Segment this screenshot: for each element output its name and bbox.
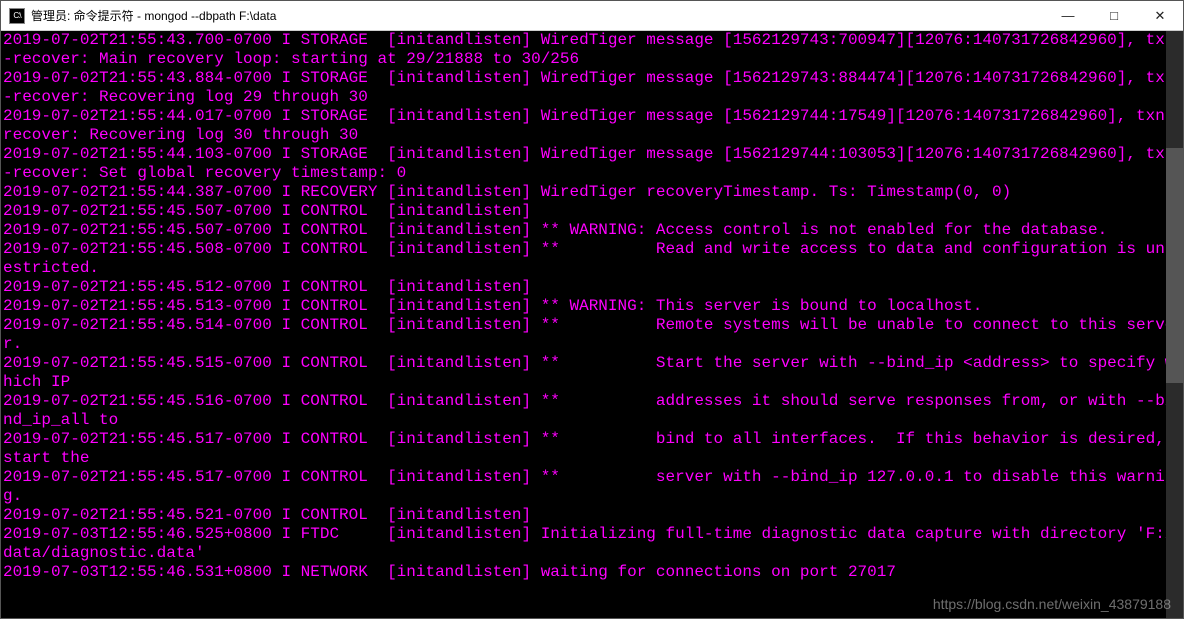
log-line: 2019-07-02T21:55:43.700-0700 I STORAGE [… (3, 31, 1181, 69)
window-controls: — □ ✕ (1045, 1, 1183, 30)
window-title: 管理员: 命令提示符 - mongod --dbpath F:\data (31, 7, 1045, 24)
cmd-window: C:\ 管理员: 命令提示符 - mongod --dbpath F:\data… (0, 0, 1184, 619)
minimize-button[interactable]: — (1045, 1, 1091, 30)
log-line: 2019-07-02T21:55:45.517-0700 I CONTROL [… (3, 468, 1181, 506)
terminal-output: 2019-07-02T21:55:43.700-0700 I STORAGE [… (1, 31, 1183, 582)
titlebar[interactable]: C:\ 管理员: 命令提示符 - mongod --dbpath F:\data… (1, 1, 1183, 31)
vertical-scrollbar[interactable] (1166, 31, 1183, 618)
log-line: 2019-07-02T21:55:45.521-0700 I CONTROL [… (3, 506, 1181, 525)
close-button[interactable]: ✕ (1137, 1, 1183, 30)
terminal-area[interactable]: 2019-07-02T21:55:43.700-0700 I STORAGE [… (1, 31, 1183, 618)
log-line: 2019-07-02T21:55:45.517-0700 I CONTROL [… (3, 430, 1181, 468)
log-line: 2019-07-02T21:55:45.508-0700 I CONTROL [… (3, 240, 1181, 278)
scrollbar-thumb[interactable] (1166, 148, 1183, 383)
log-line: 2019-07-02T21:55:45.512-0700 I CONTROL [… (3, 278, 1181, 297)
log-line: 2019-07-02T21:55:44.103-0700 I STORAGE [… (3, 145, 1181, 183)
log-line: 2019-07-02T21:55:45.515-0700 I CONTROL [… (3, 354, 1181, 392)
log-line: 2019-07-02T21:55:44.017-0700 I STORAGE [… (3, 107, 1181, 145)
log-line: 2019-07-02T21:55:45.516-0700 I CONTROL [… (3, 392, 1181, 430)
log-line: 2019-07-02T21:55:45.513-0700 I CONTROL [… (3, 297, 1181, 316)
log-line: 2019-07-03T12:55:46.531+0800 I NETWORK [… (3, 563, 1181, 582)
log-line: 2019-07-02T21:55:45.514-0700 I CONTROL [… (3, 316, 1181, 354)
log-line: 2019-07-02T21:55:43.884-0700 I STORAGE [… (3, 69, 1181, 107)
log-line: 2019-07-02T21:55:45.507-0700 I CONTROL [… (3, 202, 1181, 221)
log-line: 2019-07-02T21:55:45.507-0700 I CONTROL [… (3, 221, 1181, 240)
maximize-button[interactable]: □ (1091, 1, 1137, 30)
log-line: 2019-07-03T12:55:46.525+0800 I FTDC [ini… (3, 525, 1181, 563)
watermark-text: https://blog.csdn.net/weixin_43879188 (933, 596, 1171, 612)
log-line: 2019-07-02T21:55:44.387-0700 I RECOVERY … (3, 183, 1181, 202)
app-icon: C:\ (9, 8, 25, 24)
